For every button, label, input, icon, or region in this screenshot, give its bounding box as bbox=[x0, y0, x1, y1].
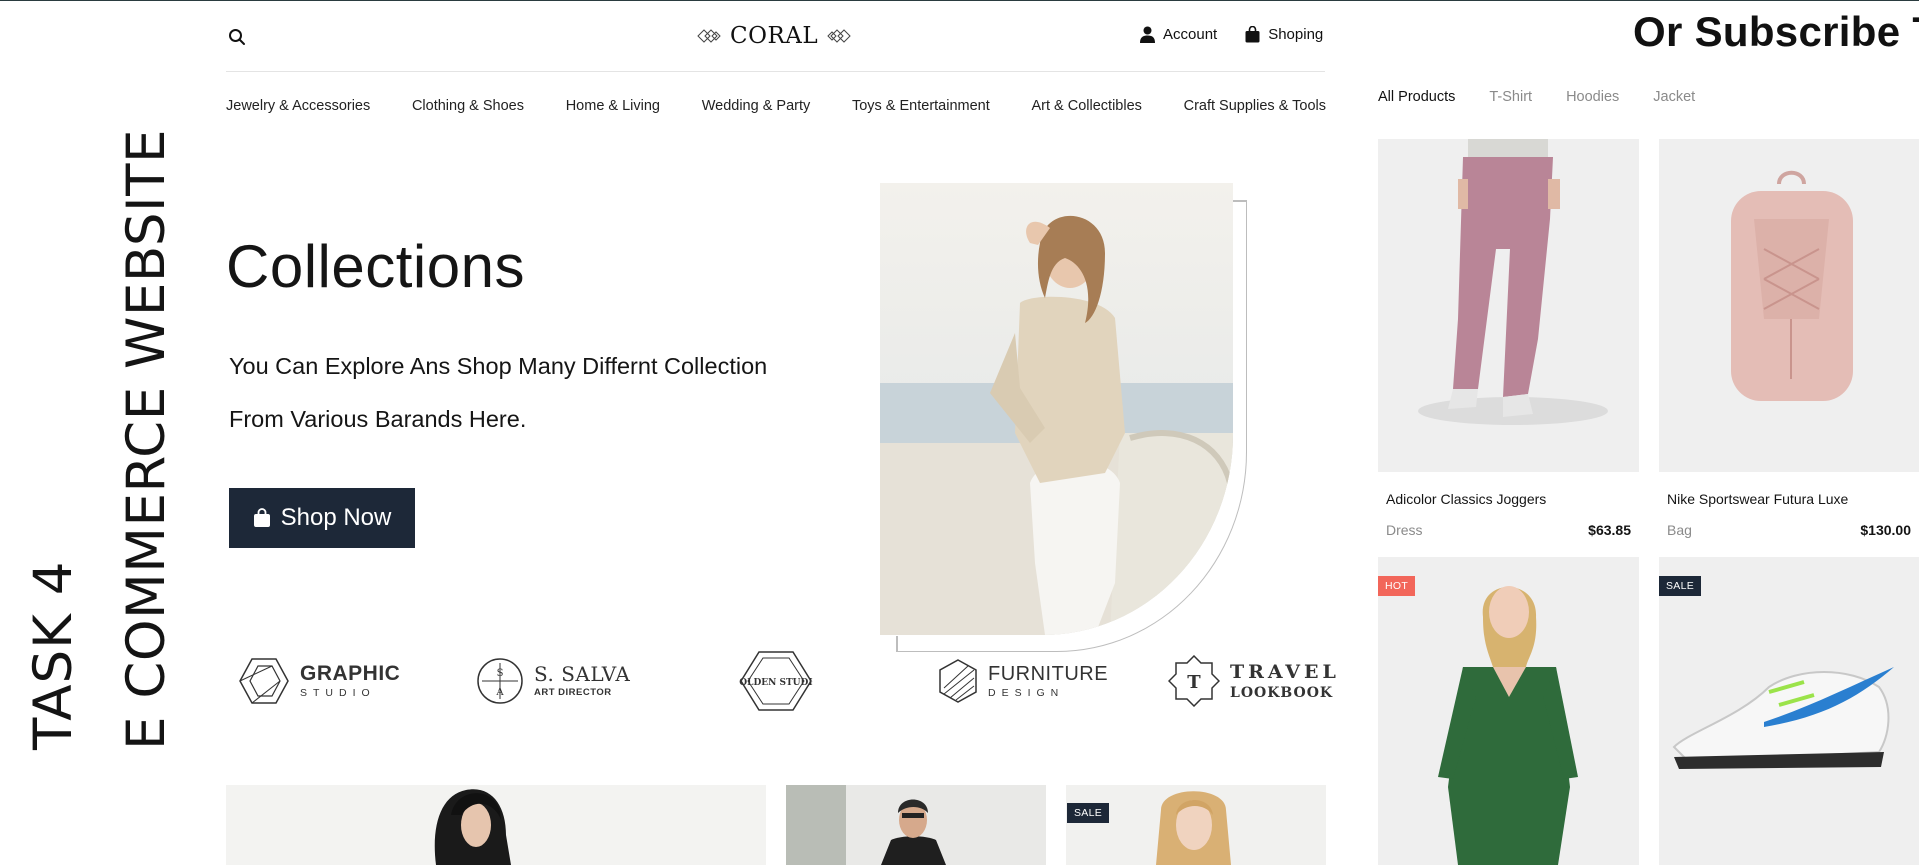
brand-s-salva: SA S. SALVA ART DIRECTOR bbox=[476, 650, 630, 712]
header-actions: Account Shoping bbox=[1140, 26, 1323, 43]
product-category: Dress bbox=[1386, 522, 1423, 538]
brand-graphic-studio: GRAPHIC STUDIO bbox=[238, 650, 400, 712]
logo-text: CORAL bbox=[730, 23, 819, 49]
hero-model-image bbox=[880, 183, 1233, 635]
hero-image-frame-top bbox=[1233, 200, 1247, 202]
collection-card-sale[interactable]: SALE bbox=[1066, 785, 1326, 865]
product-name[interactable]: Adicolor Classics Joggers bbox=[1378, 491, 1639, 507]
hero-subtitle-line1: You Can Explore Ans Shop Many Differnt C… bbox=[229, 353, 768, 379]
tab-all-products[interactable]: All Products bbox=[1378, 89, 1455, 105]
category-toys[interactable]: Toys & Entertainment bbox=[852, 98, 990, 114]
product-meta: Dress $63.85 bbox=[1378, 522, 1639, 538]
category-jewelry[interactable]: Jewelry & Accessories bbox=[226, 98, 370, 114]
golden-studio-logo: GOLDEN STUDIO bbox=[739, 651, 813, 711]
user-icon bbox=[1140, 26, 1155, 43]
collection-card-men[interactable] bbox=[786, 785, 1046, 865]
stripes-hexagon-icon bbox=[939, 659, 977, 703]
product-image-sneaker: SALE bbox=[1659, 557, 1919, 865]
monogram-circle-icon: SA bbox=[477, 658, 523, 704]
category-craft[interactable]: Craft Supplies & Tools bbox=[1184, 98, 1326, 114]
side-title-task: TASK 4 bbox=[23, 560, 84, 750]
tab-jacket[interactable]: Jacket bbox=[1653, 89, 1695, 105]
collection-card-women[interactable] bbox=[226, 785, 766, 865]
search-icon[interactable] bbox=[228, 28, 246, 46]
product-meta: Bag $130.00 bbox=[1659, 522, 1919, 538]
product-price: $63.85 bbox=[1588, 522, 1631, 538]
svg-text:T: T bbox=[1187, 672, 1201, 693]
category-home[interactable]: Home & Living bbox=[566, 98, 660, 114]
product-card[interactable]: Nike Sportswear Futura Luxe Bag $130.00 bbox=[1659, 139, 1919, 538]
brand-name: TRAVEL bbox=[1230, 660, 1340, 683]
hero-title: Collections bbox=[226, 233, 525, 300]
logo-diamond-icon bbox=[697, 29, 721, 43]
brand-name: FURNITURE bbox=[988, 662, 1109, 685]
hero-subtitle: You Can Explore Ans Shop Many Differnt C… bbox=[229, 340, 849, 446]
hero-subtitle-line2: From Various Barands Here. bbox=[229, 406, 527, 432]
svg-text:S: S bbox=[497, 668, 504, 679]
brand-golden-studio: GOLDEN STUDIO bbox=[739, 650, 813, 712]
shopping-bag-icon bbox=[1245, 26, 1260, 43]
brand-name: S. SALVA bbox=[534, 662, 631, 687]
brand-tag: LOOKBOOK bbox=[1230, 684, 1334, 701]
product-image-backpack bbox=[1659, 139, 1919, 472]
logo-diamond-icon bbox=[827, 29, 851, 43]
side-title-project: E COMMERCE WEBSITE bbox=[116, 129, 177, 750]
brand-tag: DESIGN bbox=[988, 686, 1065, 699]
brand-furniture-design: FURNITURE DESIGN bbox=[938, 650, 1108, 712]
sale-badge: SALE bbox=[1659, 576, 1702, 596]
brand-travel-lookbook: T TRAVEL LOOKBOOK bbox=[1168, 650, 1340, 712]
category-nav: Jewelry & Accessories Clothing & Shoes H… bbox=[226, 98, 1326, 114]
top-border-line bbox=[0, 0, 1919, 1]
brand-name: GRAPHIC bbox=[300, 662, 401, 686]
tab-hoodies[interactable]: Hoodies bbox=[1566, 89, 1619, 105]
header-divider bbox=[226, 71, 1325, 72]
product-filter-tabs: All Products T-Shirt Hoodies Jacket bbox=[1378, 89, 1695, 105]
account-link[interactable]: Account bbox=[1140, 26, 1217, 43]
site-logo[interactable]: CORAL bbox=[697, 21, 853, 51]
shop-now-label: Shop Now bbox=[280, 504, 392, 531]
product-image-joggers bbox=[1378, 139, 1639, 472]
product-card[interactable]: HOT bbox=[1378, 557, 1639, 865]
svg-text:A: A bbox=[495, 687, 504, 698]
brand-tag: STUDIO bbox=[300, 687, 376, 700]
tab-t-shirt[interactable]: T-Shirt bbox=[1489, 89, 1532, 105]
product-card[interactable]: SALE bbox=[1659, 557, 1919, 865]
hero-image-frame-left bbox=[896, 636, 898, 652]
shopping-link[interactable]: Shoping bbox=[1245, 26, 1323, 43]
hot-badge: HOT bbox=[1378, 576, 1416, 596]
brand-name: GOLDEN STUDIO bbox=[739, 678, 813, 688]
brand-tag: ART DIRECTOR bbox=[534, 687, 612, 699]
hexagon-logo-icon bbox=[239, 658, 289, 704]
shop-now-button[interactable]: Shop Now bbox=[229, 488, 415, 548]
subscribe-heading: Or Subscribe To bbox=[1633, 8, 1919, 55]
account-label: Account bbox=[1163, 26, 1218, 43]
product-name[interactable]: Nike Sportswear Futura Luxe bbox=[1659, 491, 1919, 507]
category-wedding[interactable]: Wedding & Party bbox=[702, 98, 811, 114]
category-art[interactable]: Art & Collectibles bbox=[1031, 98, 1141, 114]
product-price: $130.00 bbox=[1860, 522, 1911, 538]
sale-badge: SALE bbox=[1067, 803, 1110, 823]
category-clothing[interactable]: Clothing & Shoes bbox=[412, 98, 524, 114]
product-category: Bag bbox=[1667, 522, 1692, 538]
travel-badge-icon: T bbox=[1168, 655, 1220, 707]
product-image-dress: HOT bbox=[1378, 557, 1639, 865]
shopping-label: Shoping bbox=[1268, 26, 1324, 43]
product-card[interactable]: Adicolor Classics Joggers Dress $63.85 bbox=[1378, 139, 1639, 538]
shopping-bag-icon bbox=[253, 508, 270, 527]
